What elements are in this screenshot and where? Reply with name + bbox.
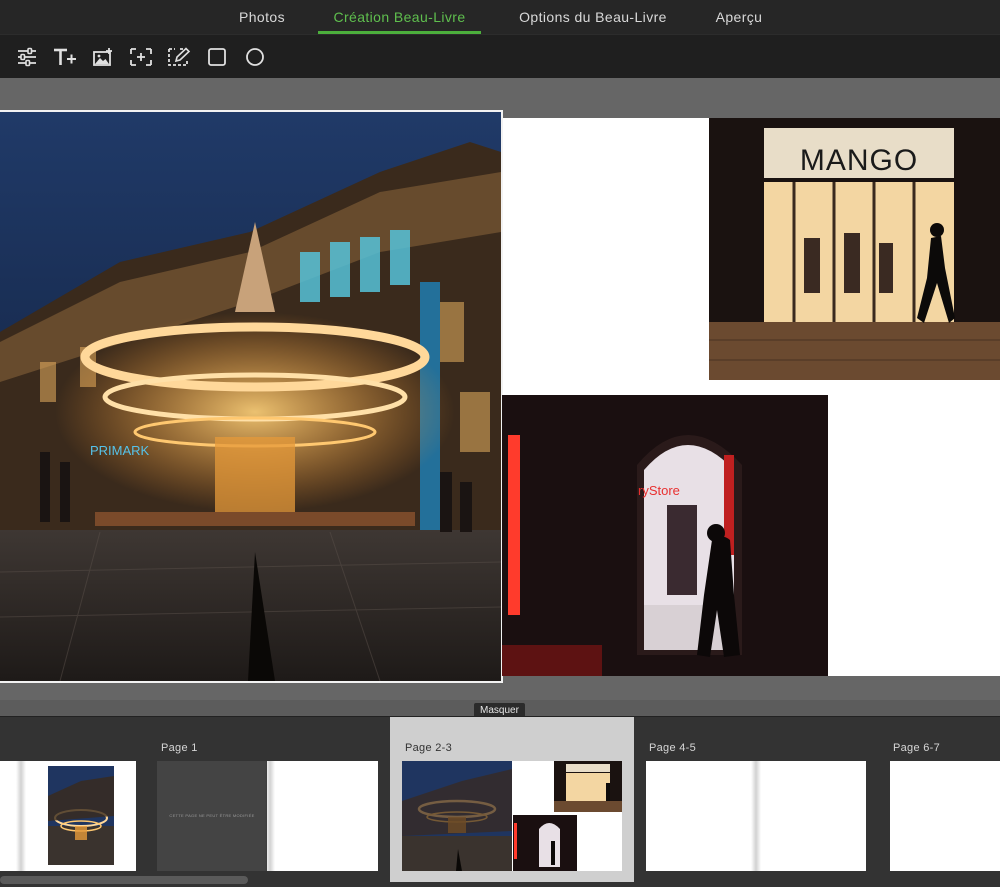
rectangle-icon[interactable]	[203, 43, 231, 71]
tab-options-beau-livre[interactable]: Options du Beau-Livre	[498, 0, 688, 34]
page-6-7-thumbnail	[890, 761, 1000, 871]
page-4-5-thumbnail	[646, 761, 866, 871]
tool-bar	[0, 34, 1000, 78]
page-filmstrip: Page 1 CETTE PAGE NE PEUT ÊTRE MODIFIÉE …	[0, 716, 1000, 887]
page-1-label: Page 1	[161, 742, 198, 754]
tab-photos[interactable]: Photos	[222, 0, 302, 34]
tab-apercu[interactable]: Aperçu	[702, 0, 776, 34]
page-2-3-label: Page 2-3	[405, 742, 453, 754]
cover-thumbnail	[0, 761, 136, 871]
edit-frame-icon[interactable]	[165, 43, 193, 71]
mango-sign: MANGO	[800, 144, 918, 177]
primark-sign: PRIMARK	[90, 443, 150, 458]
add-image-icon[interactable]	[89, 43, 117, 71]
circle-icon[interactable]	[241, 43, 269, 71]
page-4-5-label: Page 4-5	[649, 742, 697, 754]
page-thumb-cover[interactable]	[0, 717, 150, 882]
non-editable-page-text: CETTE PAGE NE PEUT ÊTRE MODIFIÉE	[169, 813, 255, 818]
photobook-editor: Photos Création Beau-Livre Options du Be…	[0, 0, 1000, 887]
page-thumb-page-6-7[interactable]: Page 6-7	[878, 717, 1000, 882]
carousel-photo[interactable]: PRIMARK	[0, 110, 503, 683]
page-thumb-page-2-3[interactable]: Page 2-3	[390, 717, 634, 882]
page-thumb-page-1[interactable]: Page 1 CETTE PAGE NE PEUT ÊTRE MODIFIÉE	[146, 717, 386, 882]
tab-creation-beau-livre[interactable]: Création Beau-Livre	[318, 0, 481, 34]
add-frame-icon[interactable]	[127, 43, 155, 71]
adjust-sliders-icon[interactable]	[13, 43, 41, 71]
top-tab-bar: Photos Création Beau-Livre Options du Be…	[0, 0, 1000, 34]
filmstrip-scrollbar[interactable]	[0, 876, 248, 884]
archway-store-photo[interactable]: ryStore	[502, 395, 828, 676]
page-thumb-page-4-5[interactable]: Page 4-5	[634, 717, 878, 882]
add-text-icon[interactable]	[51, 43, 79, 71]
mango-store-photo[interactable]: MANGO	[709, 118, 1000, 380]
store-sign: ryStore	[638, 483, 680, 498]
page-6-7-label: Page 6-7	[893, 742, 941, 754]
page-2-3-thumbnail	[402, 761, 622, 871]
page-1-thumbnail: CETTE PAGE NE PEUT ÊTRE MODIFIÉE	[157, 761, 378, 871]
